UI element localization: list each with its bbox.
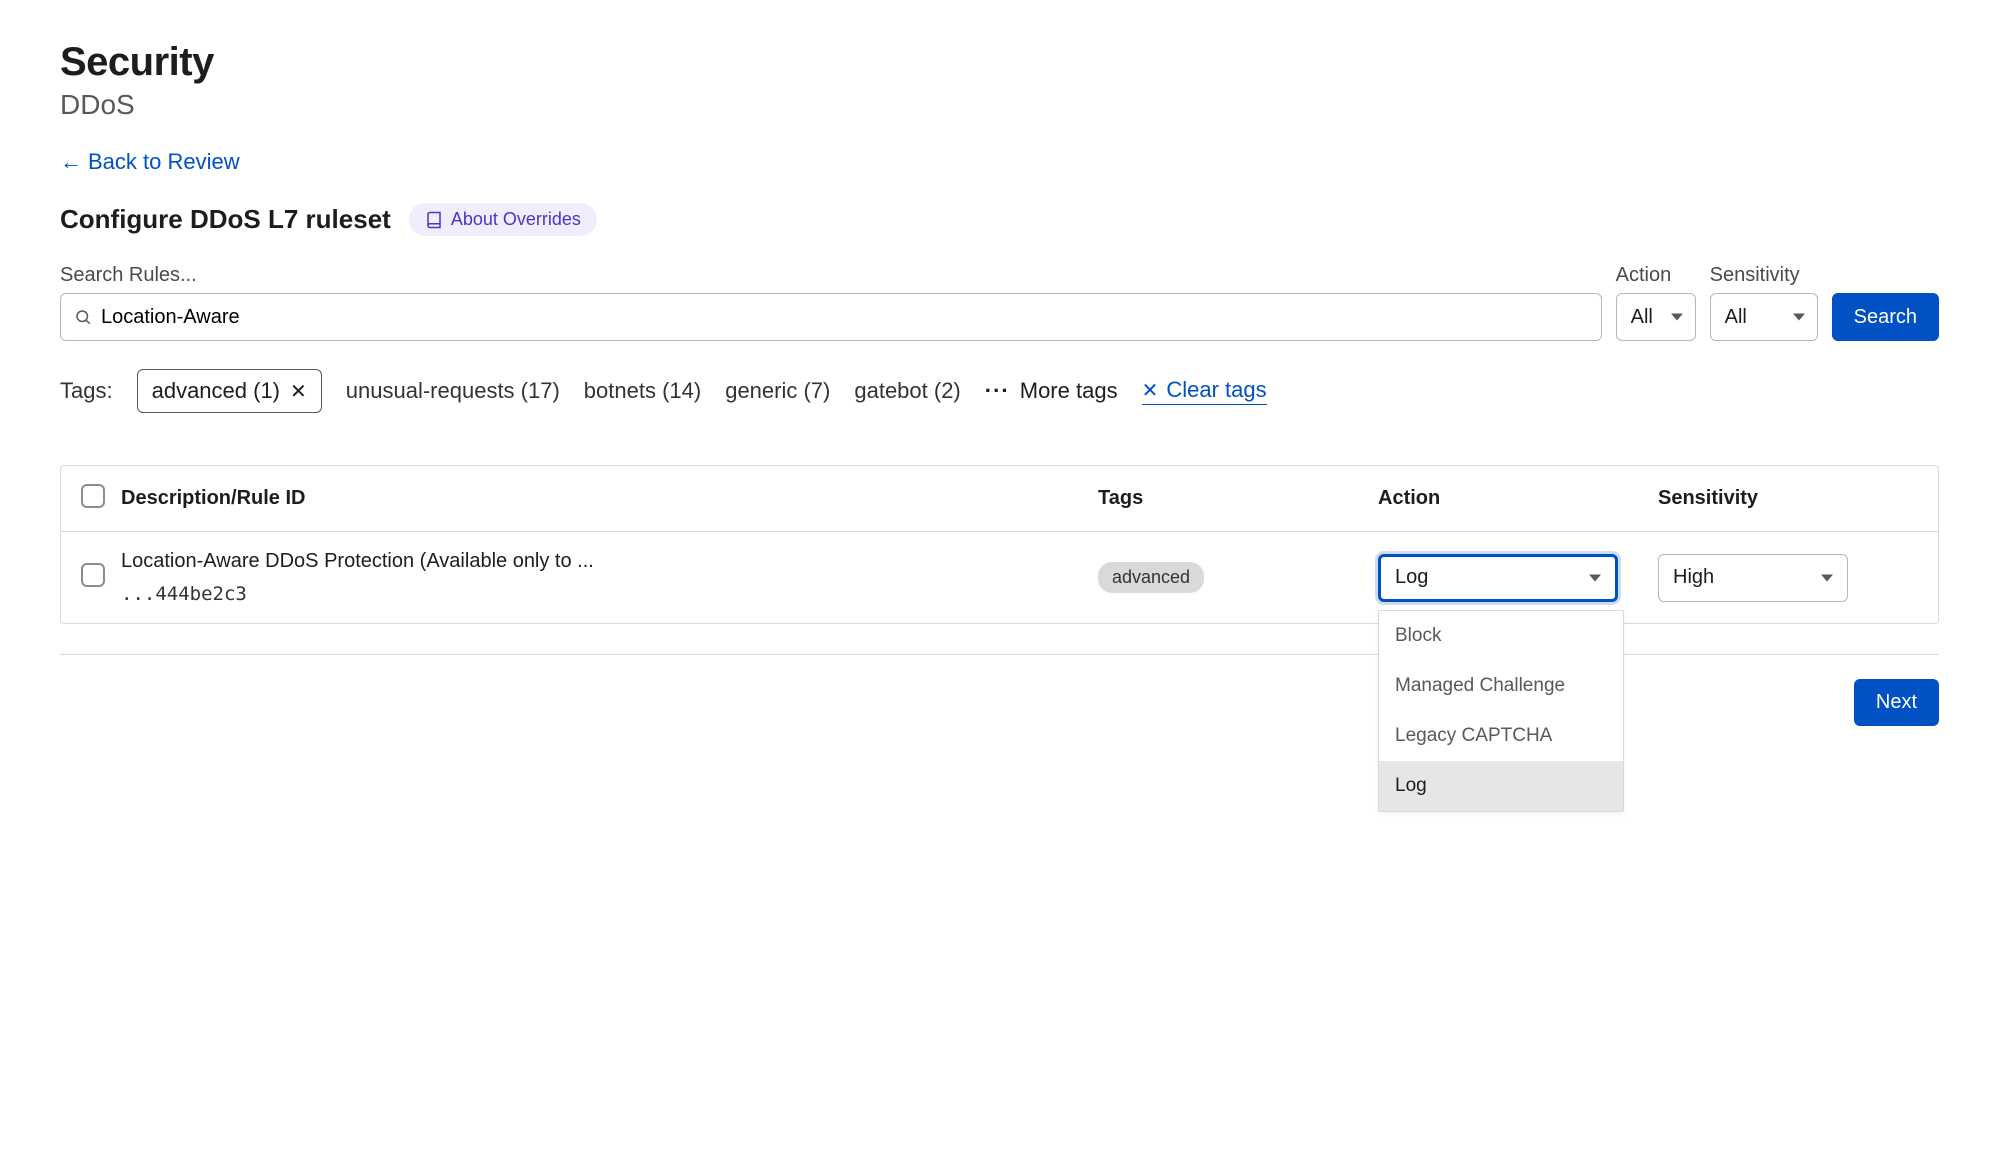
action-option-legacy-captcha[interactable]: Legacy CAPTCHA (1379, 711, 1623, 761)
column-sensitivity: Sensitivity (1658, 487, 1918, 510)
action-filter-select[interactable]: All (1616, 293, 1696, 341)
row-checkbox[interactable] (81, 563, 105, 587)
clear-tags-button[interactable]: ✕ Clear tags (1142, 377, 1267, 405)
ellipsis-icon: ··· (985, 378, 1010, 404)
close-icon: ✕ (1142, 378, 1159, 403)
rule-tag-chip: advanced (1098, 562, 1204, 593)
caret-down-icon (1671, 314, 1683, 321)
action-select[interactable]: Log (1378, 554, 1618, 602)
column-action: Action (1378, 487, 1658, 510)
tag-gatebot[interactable]: gatebot (2) (854, 378, 960, 404)
sensitivity-select[interactable]: High (1658, 554, 1848, 602)
configure-title: Configure DDoS L7 ruleset (60, 204, 391, 235)
about-overrides-button[interactable]: About Overrides (409, 203, 597, 236)
tag-generic[interactable]: generic (7) (725, 378, 830, 404)
sensitivity-filter-label: Sensitivity (1710, 264, 1818, 287)
rules-table: Description/Rule ID Tags Action Sensitiv… (60, 465, 1939, 624)
back-to-review-link[interactable]: ← Back to Review (60, 149, 240, 175)
select-all-checkbox[interactable] (81, 484, 105, 508)
tags-label: Tags: (60, 378, 113, 404)
arrow-left-icon: ← (60, 149, 82, 175)
more-tags-button[interactable]: ··· More tags (985, 378, 1118, 404)
about-overrides-label: About Overrides (451, 209, 581, 230)
action-filter-value: All (1631, 306, 1653, 329)
book-icon (425, 211, 443, 229)
tag-selected-label: advanced (1) (152, 378, 280, 404)
close-icon[interactable]: ✕ (290, 379, 307, 404)
more-tags-label: More tags (1020, 378, 1118, 404)
sensitivity-filter-value: All (1725, 306, 1747, 329)
search-input[interactable] (60, 293, 1602, 341)
rule-description: Location-Aware DDoS Protection (Availabl… (121, 550, 1082, 573)
action-dropdown-menu: Block Managed Challenge Legacy CAPTCHA L… (1378, 610, 1624, 812)
caret-down-icon (1589, 574, 1601, 581)
page-subtitle: DDoS (60, 89, 1939, 121)
action-option-block[interactable]: Block (1379, 611, 1623, 661)
caret-down-icon (1821, 574, 1833, 581)
back-link-label: Back to Review (88, 149, 240, 175)
sensitivity-filter-select[interactable]: All (1710, 293, 1818, 341)
divider (60, 654, 1939, 655)
search-icon (74, 308, 92, 326)
next-button[interactable]: Next (1854, 679, 1939, 726)
action-option-log[interactable]: Log (1379, 761, 1623, 811)
table-row: Location-Aware DDoS Protection (Availabl… (61, 532, 1938, 623)
table-header: Description/Rule ID Tags Action Sensitiv… (61, 466, 1938, 532)
tag-botnets[interactable]: botnets (14) (584, 378, 701, 404)
tag-unusual-requests[interactable]: unusual-requests (17) (346, 378, 560, 404)
action-select-value: Log (1395, 566, 1428, 589)
page-title: Security (60, 40, 1939, 85)
action-filter-label: Action (1616, 264, 1696, 287)
rule-id: ...444be2c3 (121, 583, 1082, 605)
action-option-managed-challenge[interactable]: Managed Challenge (1379, 661, 1623, 711)
column-tags: Tags (1098, 487, 1378, 510)
column-description: Description/Rule ID (121, 487, 1098, 510)
clear-tags-label: Clear tags (1166, 377, 1266, 403)
tag-advanced[interactable]: advanced (1) ✕ (137, 369, 322, 413)
search-button[interactable]: Search (1832, 293, 1939, 341)
sensitivity-select-value: High (1673, 566, 1714, 589)
caret-down-icon (1793, 314, 1805, 321)
search-label: Search Rules... (60, 264, 1602, 287)
